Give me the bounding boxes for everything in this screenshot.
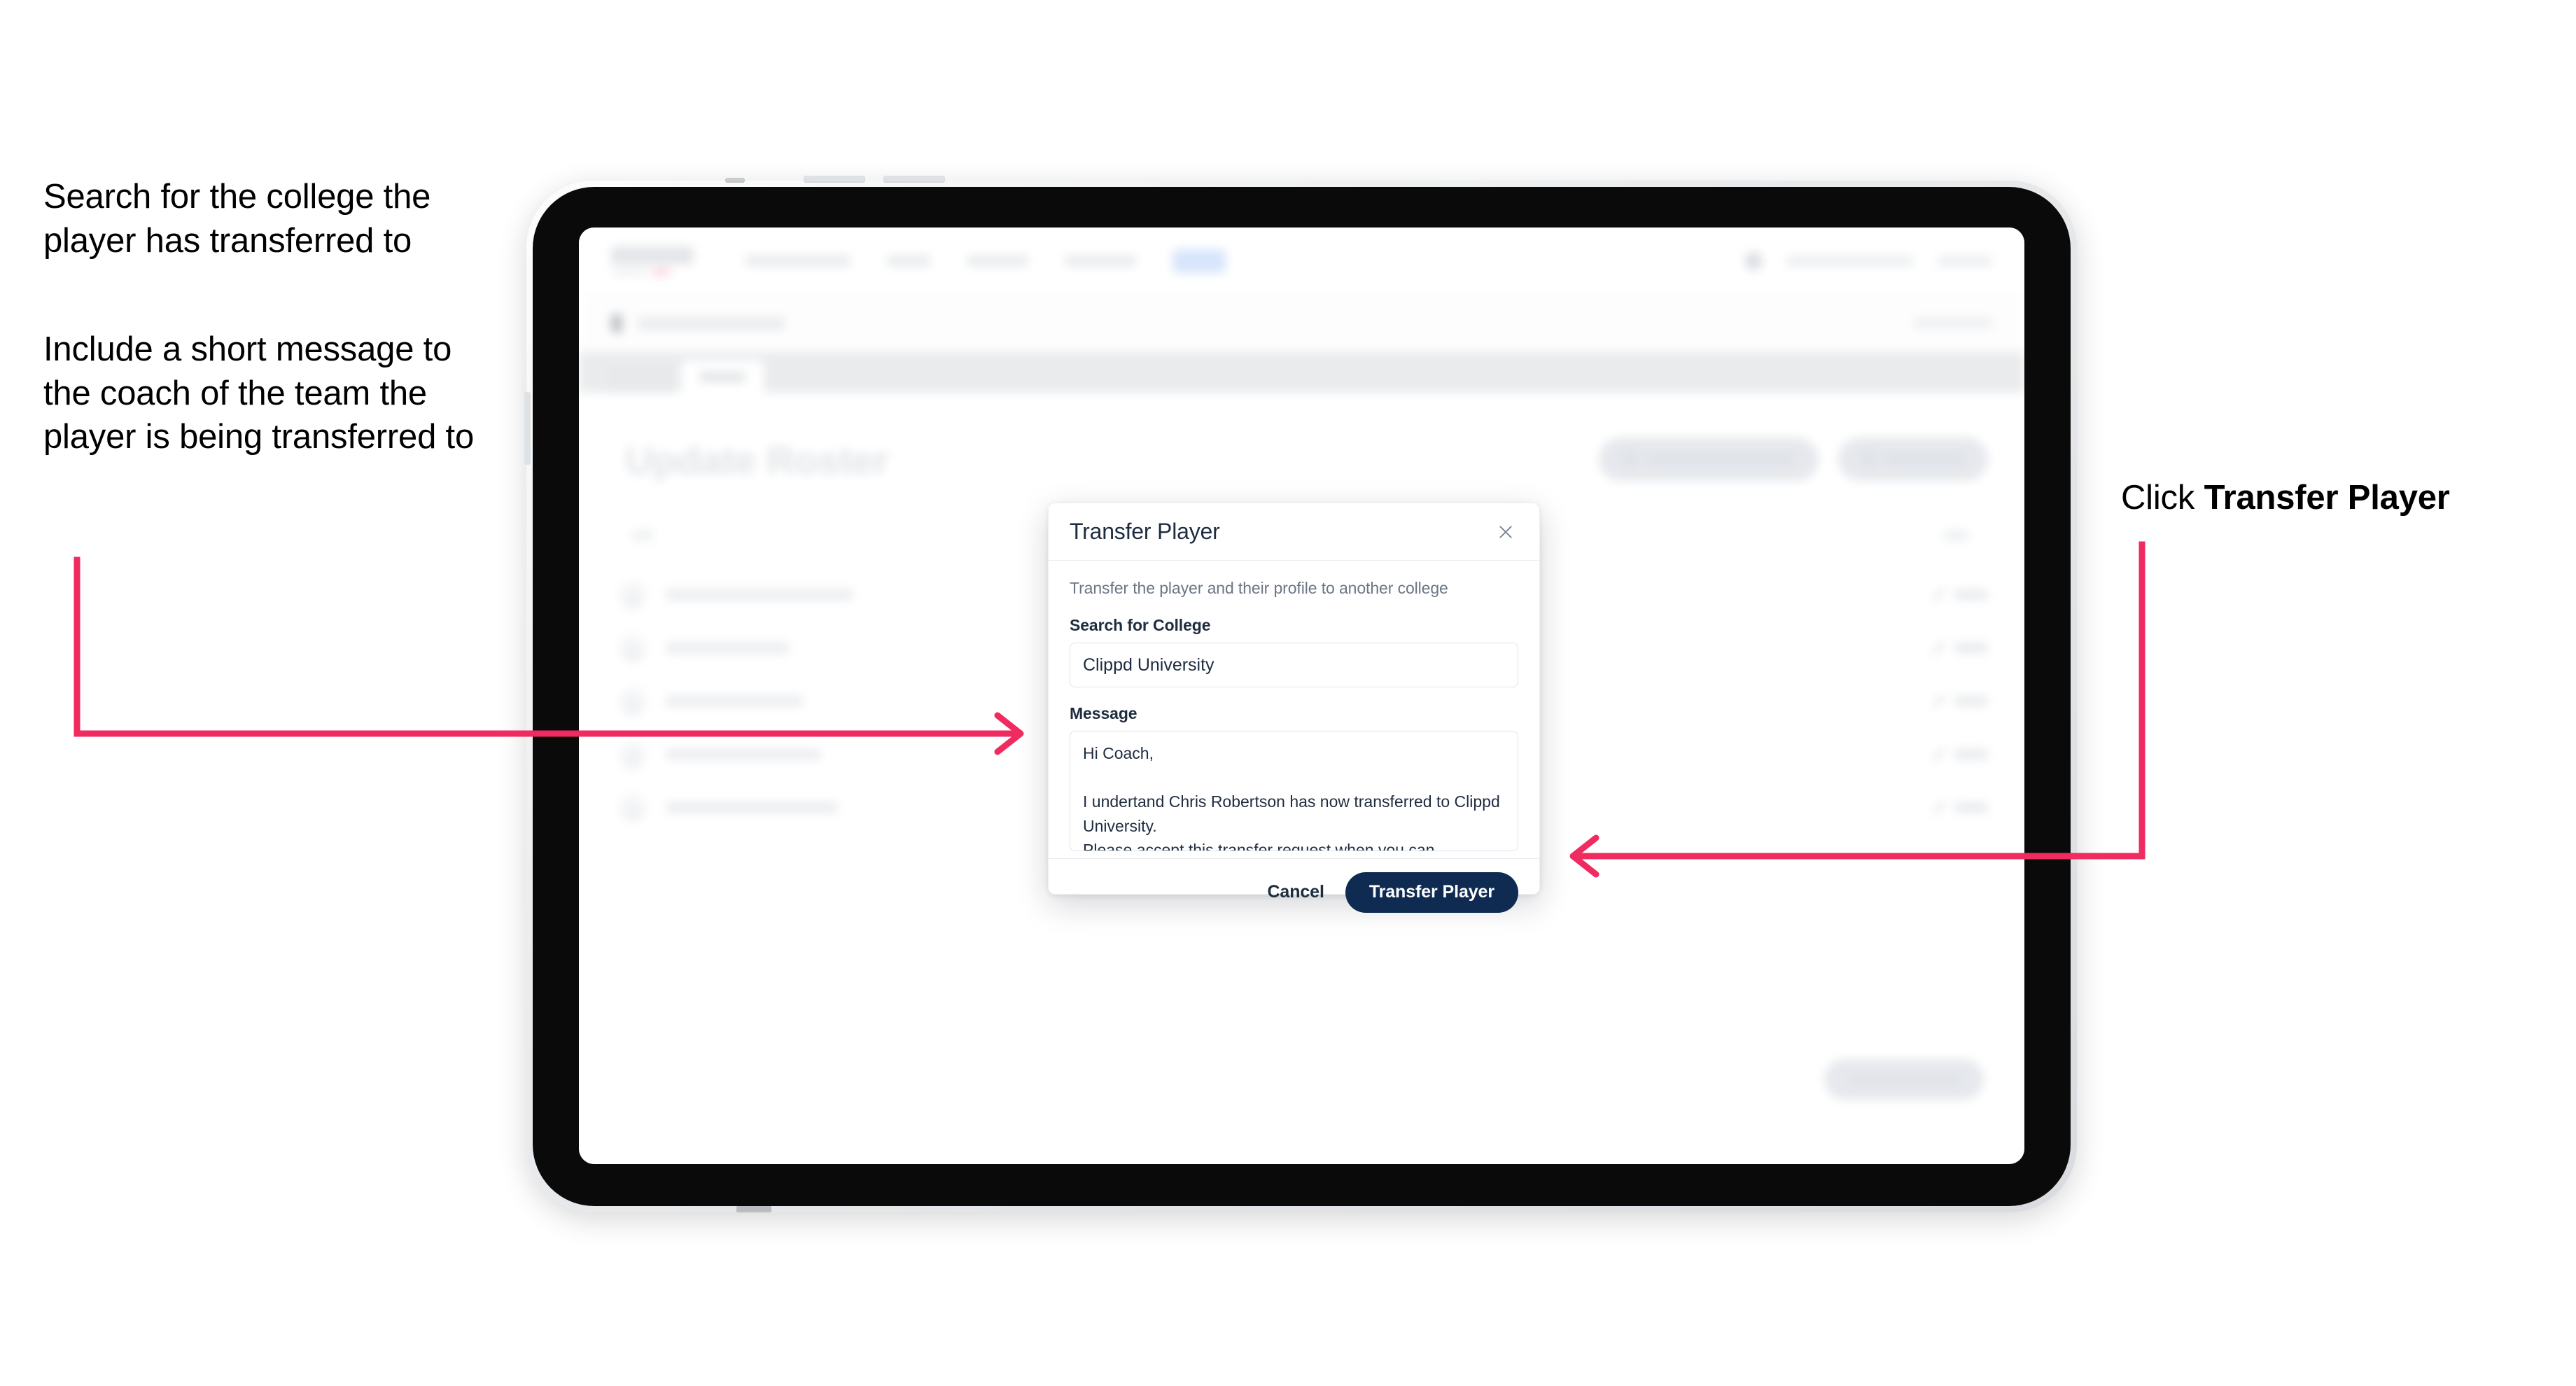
dialog-description: Transfer the player and their profile to…	[1070, 579, 1448, 597]
cancel-button[interactable]: Cancel	[1267, 882, 1324, 902]
annotation-click-prefix: Click	[2121, 479, 2204, 517]
college-field-label: Search for College	[1070, 616, 1211, 634]
dialog-body: Transfer the player and their profile to…	[1049, 561, 1539, 858]
dialog-header: Transfer Player	[1049, 503, 1539, 561]
tablet-connector	[736, 1206, 771, 1212]
tablet-mic-slot	[725, 178, 745, 183]
volume-up-button[interactable]	[804, 176, 865, 183]
search-college-input[interactable]: Clippd University	[1070, 643, 1518, 687]
transfer-player-dialog: Transfer Player Transfer the player and …	[1048, 503, 1540, 913]
transfer-player-button[interactable]: Transfer Player	[1345, 872, 1518, 913]
tablet-power-button[interactable]	[524, 392, 531, 465]
message-textarea[interactable]: Hi Coach, I undertand Chris Robertson ha…	[1070, 731, 1518, 851]
annotation-click-emphasis: Transfer Player	[2204, 479, 2450, 517]
volume-down-button[interactable]	[883, 176, 945, 183]
annotation-search-college: Search for the college the player has tr…	[43, 178, 431, 260]
close-icon[interactable]	[1492, 518, 1520, 546]
message-field-label: Message	[1070, 704, 1138, 722]
annotation-click-transfer-player: Click Transfer Player	[2121, 476, 2555, 520]
screenshot-stage: Search for the college the player has tr…	[0, 0, 2576, 1386]
dialog-footer: Cancel Transfer Player	[1049, 858, 1539, 925]
annotation-include-message: Include a short message to the coach of …	[43, 330, 474, 456]
field-spacer	[1070, 687, 1518, 704]
dialog-title: Transfer Player	[1070, 519, 1220, 544]
